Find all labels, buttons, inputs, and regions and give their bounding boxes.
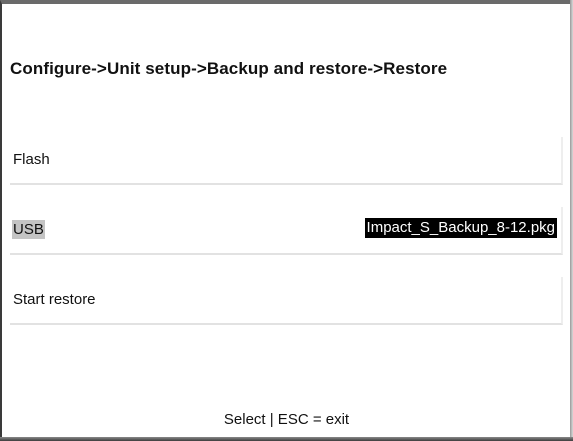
menu-item-start-restore[interactable]: Start restore [10,277,563,325]
menu-item-flash[interactable]: Flash [10,137,563,185]
menu-item-label: USB [12,220,45,239]
breadcrumb: Configure->Unit setup->Backup and restor… [10,59,448,78]
backup-file-value[interactable]: Impact_S_Backup_8-12.pkg [364,218,557,238]
menu-item-usb[interactable]: USB Impact_S_Backup_8-12.pkg [10,207,563,255]
menu-item-label: Flash [13,151,50,168]
menu-item-label: Start restore [13,291,96,308]
footer-hint: Select | ESC = exit [223,411,350,428]
screen-bezel-bottom [0,437,573,441]
